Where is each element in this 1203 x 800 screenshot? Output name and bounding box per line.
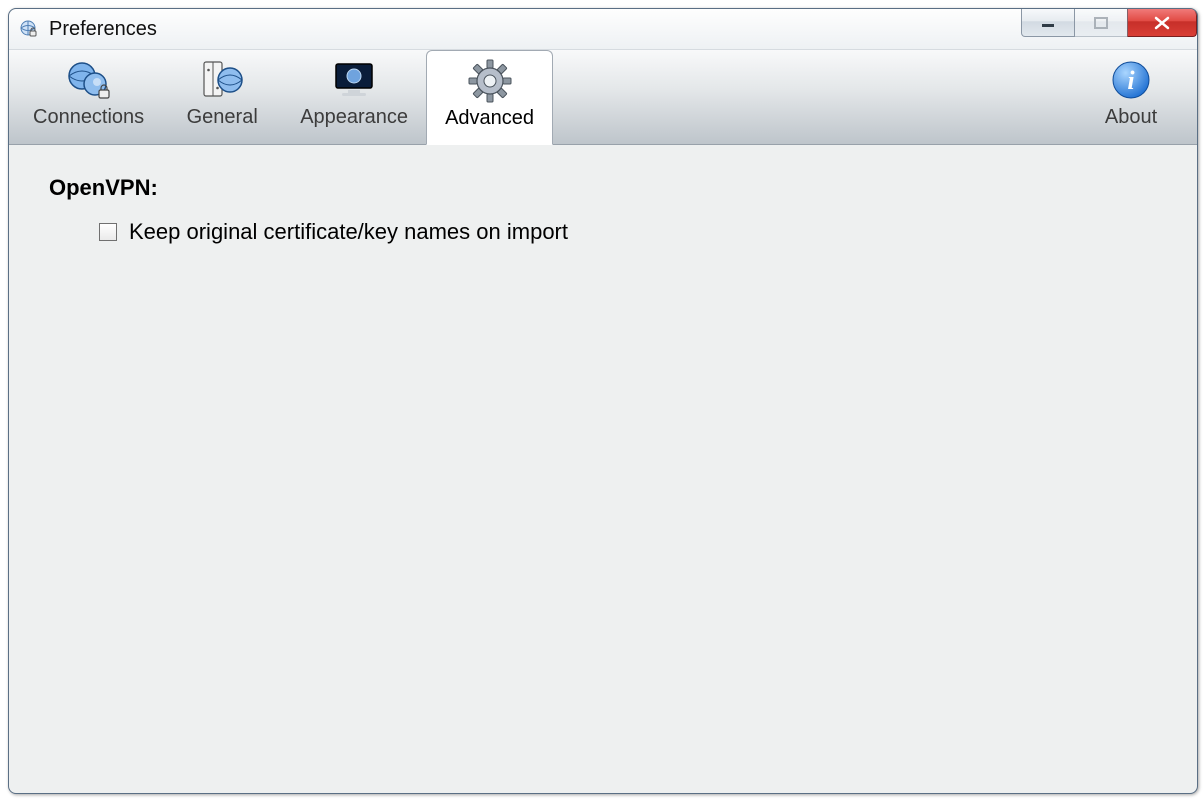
globe-lock-icon [65,56,113,104]
maximize-icon [1094,16,1108,30]
app-icon [17,18,39,40]
tab-label: Connections [33,106,144,129]
tab-label: Appearance [300,106,408,129]
checkbox-icon [99,223,117,241]
minimize-icon [1041,16,1055,30]
window-title: Preferences [49,18,157,41]
monitor-icon [330,56,378,104]
option-label: Keep original certificate/key names on i… [129,219,568,245]
info-icon: i [1107,56,1155,104]
tab-label: Advanced [445,107,534,130]
tab-connections[interactable]: Connections [15,50,162,144]
gear-icon [466,57,514,105]
close-icon [1153,16,1171,30]
tab-label: About [1105,106,1157,129]
toolbar: Connections General [9,50,1197,145]
tab-label: General [187,106,258,129]
close-button[interactable] [1127,9,1197,37]
titlebar: Preferences [9,9,1197,50]
section-title-openvpn: OpenVPN: [49,175,1157,201]
panel-globe-icon [198,56,246,104]
preferences-window: Preferences [8,8,1198,794]
tab-appearance[interactable]: Appearance [282,50,426,144]
svg-text:i: i [1127,66,1135,95]
minimize-button[interactable] [1021,9,1075,37]
tab-advanced[interactable]: Advanced [426,50,553,145]
maximize-button [1074,9,1128,37]
window-controls [1022,9,1197,37]
option-keep-cert-names[interactable]: Keep original certificate/key names on i… [99,219,1157,245]
tab-about[interactable]: i About [1071,50,1191,144]
toolbar-spacer [553,50,1071,144]
content-pane: OpenVPN: Keep original certificate/key n… [9,145,1197,275]
tab-general[interactable]: General [162,50,282,144]
